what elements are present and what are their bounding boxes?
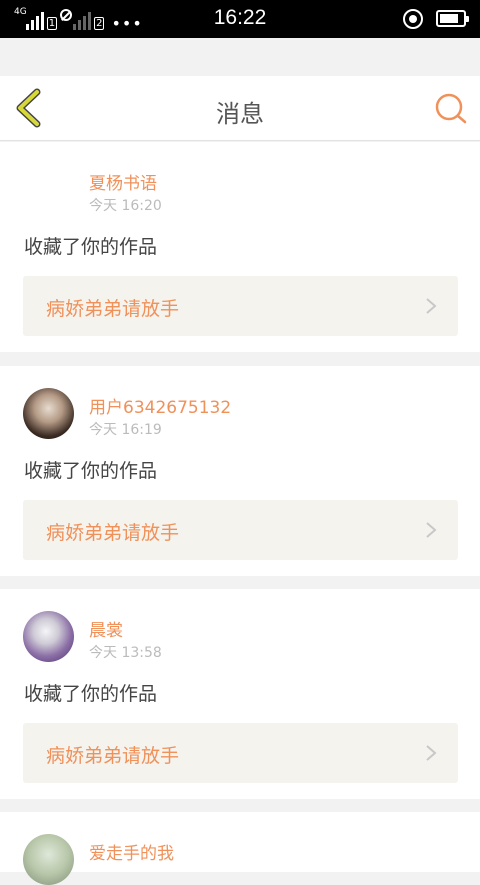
work-title: 病娇弟弟请放手 xyxy=(46,298,180,320)
chevron-right-icon xyxy=(426,298,437,314)
message-time: 今天 13:58 xyxy=(89,645,162,661)
avatar[interactable] xyxy=(23,611,74,662)
user-name[interactable]: 爱走手的我 xyxy=(89,839,174,864)
search-icon xyxy=(435,93,467,124)
work-link[interactable]: 病娇弟弟请放手 xyxy=(23,500,458,560)
user-name[interactable]: 晨裳 xyxy=(89,616,123,641)
chevron-right-icon xyxy=(426,745,437,761)
message-action: 收藏了你的作品 xyxy=(24,460,158,482)
battery-icon xyxy=(436,10,469,27)
work-title: 病娇弟弟请放手 xyxy=(46,522,180,544)
location-icon xyxy=(403,9,423,29)
user-name[interactable]: 用户6342675132 xyxy=(89,393,231,418)
chevron-right-icon xyxy=(426,522,437,538)
avatar[interactable] xyxy=(23,834,74,885)
message-card[interactable]: 夏杨书语 今天 16:20 收藏了你的作品 病娇弟弟请放手 xyxy=(0,142,480,352)
avatar[interactable] xyxy=(23,388,74,439)
avatar[interactable] xyxy=(23,164,74,215)
message-card[interactable]: 用户6342675132 今天 16:19 收藏了你的作品 病娇弟弟请放手 xyxy=(0,366,480,576)
message-action: 收藏了你的作品 xyxy=(24,236,158,258)
message-action: 收藏了你的作品 xyxy=(24,683,158,705)
work-title: 病娇弟弟请放手 xyxy=(46,745,180,767)
battery-level xyxy=(440,14,458,23)
message-card[interactable]: 爱走手的我 xyxy=(0,812,480,885)
message-time: 今天 16:19 xyxy=(89,422,162,438)
page-title: 消息 xyxy=(216,100,264,128)
search-button[interactable] xyxy=(432,90,468,126)
message-card[interactable]: 晨裳 今天 13:58 收藏了你的作品 病娇弟弟请放手 xyxy=(0,589,480,799)
work-link[interactable]: 病娇弟弟请放手 xyxy=(23,723,458,783)
message-time: 今天 16:20 xyxy=(89,198,162,214)
app-header: 消息 xyxy=(0,76,480,141)
status-bar: 4G 1 2 ••• 16:22 xyxy=(0,0,480,38)
user-name[interactable]: 夏杨书语 xyxy=(89,169,157,194)
work-link[interactable]: 病娇弟弟请放手 xyxy=(23,276,458,336)
